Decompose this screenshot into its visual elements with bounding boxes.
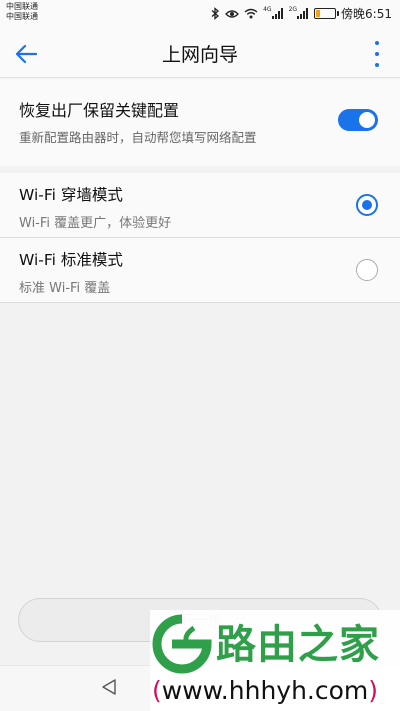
radio-button-selected[interactable] bbox=[356, 194, 378, 216]
more-vertical-icon bbox=[375, 41, 379, 45]
bluetooth-icon bbox=[211, 7, 220, 20]
mode-option-title: Wi-Fi 标准模式 bbox=[19, 251, 123, 269]
restore-toggle-switch[interactable] bbox=[338, 109, 378, 131]
restore-setting-description: 重新配置路由器时，自动帮您填写网络配置 bbox=[19, 130, 257, 145]
restore-setting-title: 恢复出厂保留关键配置 bbox=[19, 101, 180, 120]
status-icons: 4G 2G 傍晚6:51 bbox=[211, 5, 392, 22]
restore-setting-row: 恢复出厂保留关键配置 重新配置路由器时，自动帮您填写网络配置 bbox=[0, 79, 400, 166]
mode-option-description: Wi-Fi 覆盖更广，体验更好 bbox=[19, 216, 172, 231]
carrier-2: 中国联通 bbox=[6, 12, 38, 21]
battery-icon bbox=[314, 8, 340, 19]
page-title: 上网向导 bbox=[161, 44, 238, 66]
radio-button-unselected[interactable] bbox=[356, 259, 378, 281]
signal-1-icon: 4G bbox=[263, 5, 283, 19]
battery-level bbox=[316, 10, 321, 17]
status-time: 傍晚6:51 bbox=[341, 7, 392, 21]
mode-option-standard[interactable]: Wi-Fi 标准模式 标准 Wi-Fi 覆盖 bbox=[0, 238, 400, 303]
network-type-2: 2G bbox=[288, 5, 298, 13]
watermark-url: (www.hhhyh.com) bbox=[152, 676, 378, 705]
watermark-logo bbox=[152, 614, 212, 674]
signal-2-icon: 2G bbox=[288, 5, 309, 19]
mode-option-wall-penetration[interactable]: Wi-Fi 穿墙模式 Wi-Fi 覆盖更广，体验更好 bbox=[0, 173, 400, 238]
more-options-button[interactable] bbox=[372, 41, 382, 67]
watermark-url-close: ) bbox=[368, 676, 379, 705]
mode-option-description: 标准 Wi-Fi 覆盖 bbox=[19, 281, 111, 296]
app-bar: 上网向导 bbox=[0, 28, 400, 78]
carrier-info: 中国联通 中国联通 bbox=[6, 2, 38, 22]
wifi-mode-list: Wi-Fi 穿墙模式 Wi-Fi 覆盖更广，体验更好 Wi-Fi 标准模式 标准… bbox=[0, 173, 400, 303]
status-bar: 中国联通 中国联通 4G 2G 傍晚6:51 bbox=[0, 0, 400, 28]
network-type-1: 4G bbox=[263, 5, 272, 13]
eye-icon bbox=[225, 9, 240, 19]
wifi-icon bbox=[244, 8, 258, 19]
nav-back-icon[interactable] bbox=[100, 678, 118, 696]
mode-option-title: Wi-Fi 穿墙模式 bbox=[19, 186, 123, 204]
carrier-1: 中国联通 bbox=[6, 2, 38, 11]
watermark-name: 路由之家 bbox=[216, 622, 380, 668]
watermark-url-text: www.hhhyh.com bbox=[161, 676, 369, 705]
watermark: 路由之家 (www.hhhyh.com) bbox=[150, 610, 400, 711]
watermark-url-open: ( bbox=[152, 676, 162, 705]
toggle-knob bbox=[359, 112, 375, 128]
